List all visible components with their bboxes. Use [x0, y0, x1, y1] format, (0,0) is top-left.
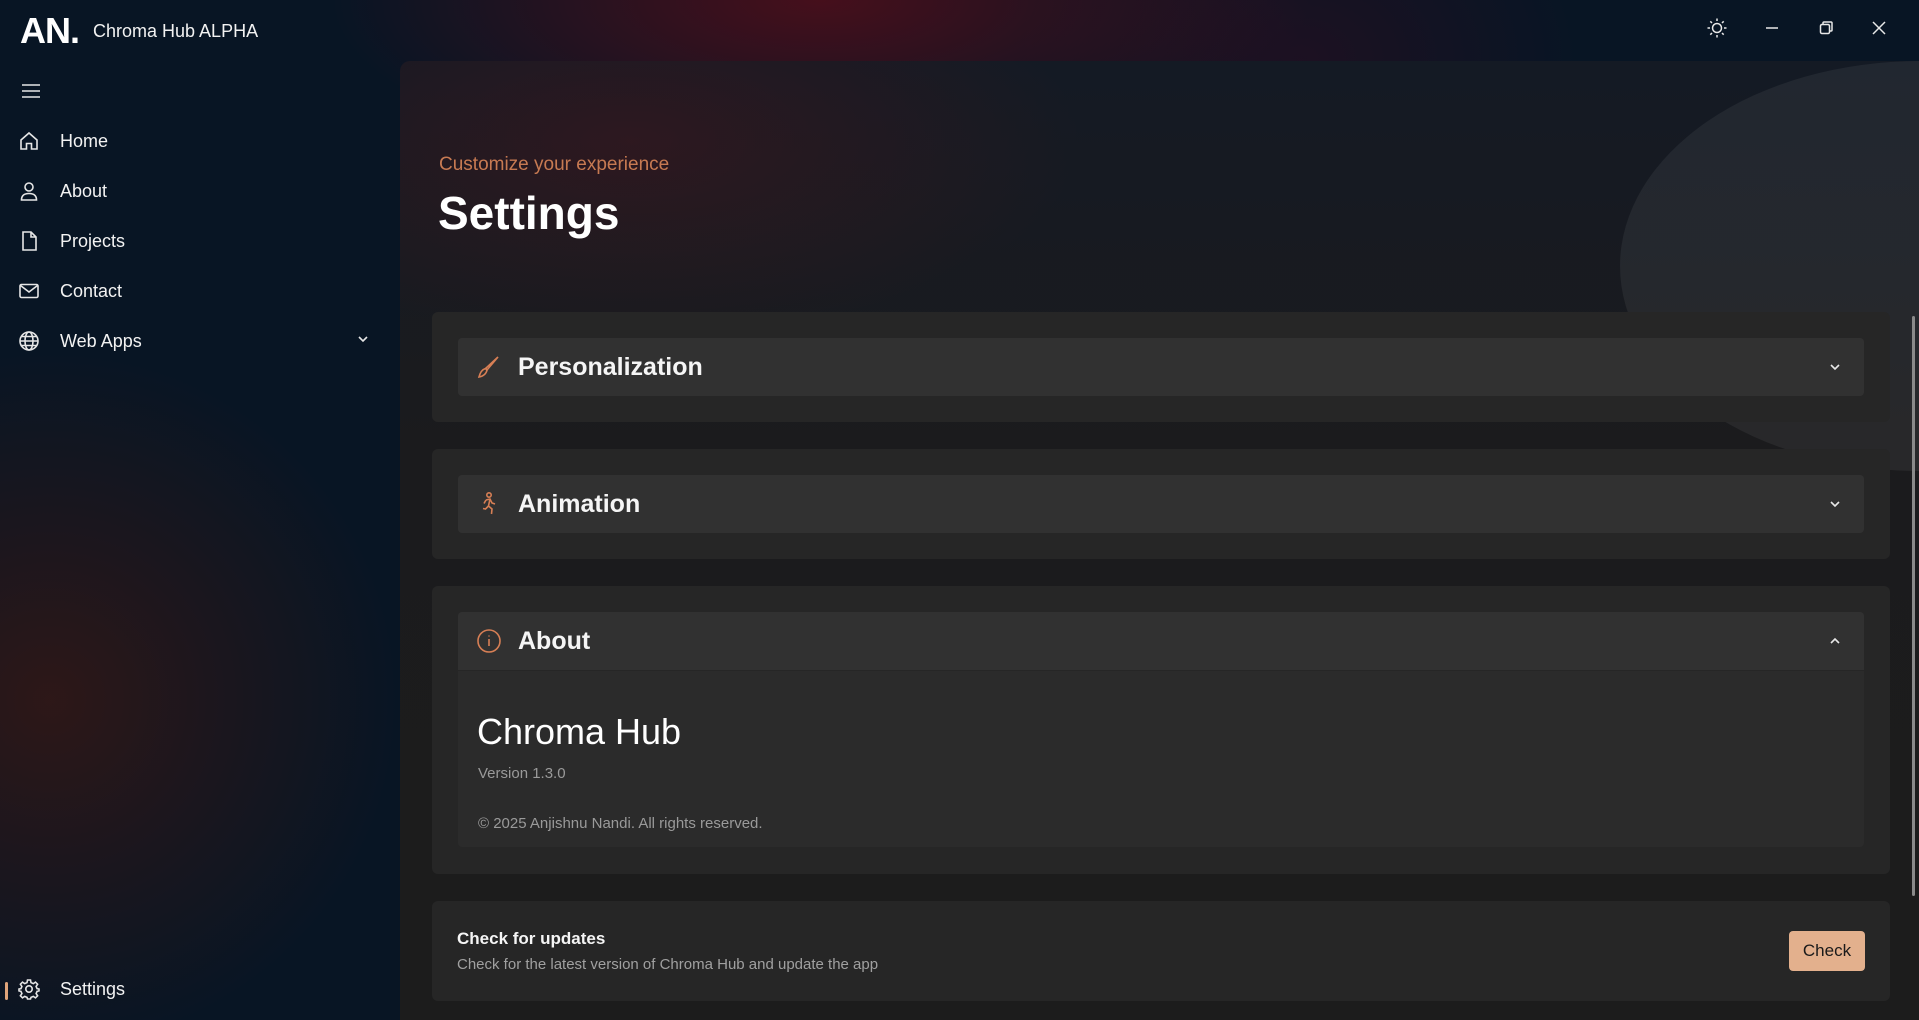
sidebar-item-label: Home — [60, 130, 109, 151]
personalization-expander[interactable]: Personalization — [458, 338, 1864, 396]
home-icon — [18, 130, 40, 152]
sidebar-item-projects[interactable]: Projects — [0, 218, 390, 264]
restore-button[interactable] — [1810, 14, 1842, 46]
updates-title: Check for updates — [457, 929, 606, 948]
sidebar-item-label: Web Apps — [60, 330, 142, 351]
minimize-button[interactable] — [1756, 14, 1788, 46]
active-indicator — [5, 982, 8, 1000]
page-subtitle: Customize your experience — [439, 154, 670, 175]
about-content: Chroma Hub Version 1.3.0 © 2025 Anjishnu… — [458, 671, 1864, 847]
running-person-icon — [476, 491, 502, 517]
about-app-name: Chroma Hub — [477, 711, 682, 752]
hamburger-icon — [21, 83, 41, 104]
globe-icon — [18, 330, 40, 352]
app-logo: AN. — [20, 10, 80, 51]
restore-icon — [1818, 20, 1834, 41]
sidebar-item-web-apps[interactable]: Web Apps — [0, 318, 390, 364]
sidebar-item-label: Settings — [60, 978, 126, 999]
title-bar: AN. Chroma Hub ALPHA — [0, 0, 1919, 60]
chevron-down-icon — [1828, 360, 1842, 379]
person-icon — [18, 180, 40, 202]
mail-icon — [18, 280, 40, 302]
sun-icon — [1706, 17, 1728, 44]
updates-card: Check for updates Check for the latest v… — [432, 901, 1890, 1001]
animation-expander[interactable]: Animation — [458, 475, 1864, 533]
close-button[interactable] — [1863, 14, 1895, 46]
animation-card: Animation — [432, 449, 1890, 559]
info-icon — [476, 628, 502, 654]
about-card: About Chroma Hub Version 1.3.0 © 2025 An… — [432, 586, 1890, 874]
page-title: Settings — [438, 187, 620, 239]
close-icon — [1871, 20, 1887, 41]
sidebar-item-contact[interactable]: Contact — [0, 268, 390, 314]
scrollbar[interactable] — [1912, 316, 1915, 896]
chevron-up-icon — [1828, 634, 1842, 653]
gear-icon — [18, 978, 40, 1000]
chevron-down-icon — [1828, 497, 1842, 516]
sidebar-item-label: Contact — [60, 280, 123, 301]
sidebar: Home About Projects Contact Web Apps Set… — [0, 60, 400, 1020]
minimize-icon — [1764, 20, 1780, 41]
sidebar-item-about[interactable]: About — [0, 168, 390, 214]
about-label: About — [518, 627, 591, 655]
personalization-label: Personalization — [518, 353, 703, 381]
about-version: Version 1.3.0 — [478, 765, 566, 782]
paintbrush-icon — [476, 354, 502, 380]
personalization-card: Personalization — [432, 312, 1890, 422]
sidebar-item-settings[interactable]: Settings — [0, 966, 390, 1012]
animation-label: Animation — [518, 490, 641, 518]
document-icon — [18, 230, 40, 252]
sidebar-item-label: Projects — [60, 230, 126, 251]
sidebar-item-label: About — [60, 180, 108, 201]
chevron-down-icon — [356, 332, 370, 351]
updates-description: Check for the latest version of Chroma H… — [457, 956, 879, 973]
sidebar-item-home[interactable]: Home — [0, 118, 390, 164]
app-title: Chroma Hub ALPHA — [93, 21, 259, 41]
theme-toggle-button[interactable] — [1701, 14, 1733, 46]
about-expander[interactable]: About — [458, 612, 1864, 671]
menu-toggle-button[interactable] — [18, 80, 44, 106]
main-content: Customize your experience Settings Perso… — [400, 61, 1919, 1020]
about-copyright: © 2025 Anjishnu Nandi. All rights reserv… — [478, 815, 763, 832]
check-updates-button[interactable]: Check — [1789, 931, 1865, 971]
